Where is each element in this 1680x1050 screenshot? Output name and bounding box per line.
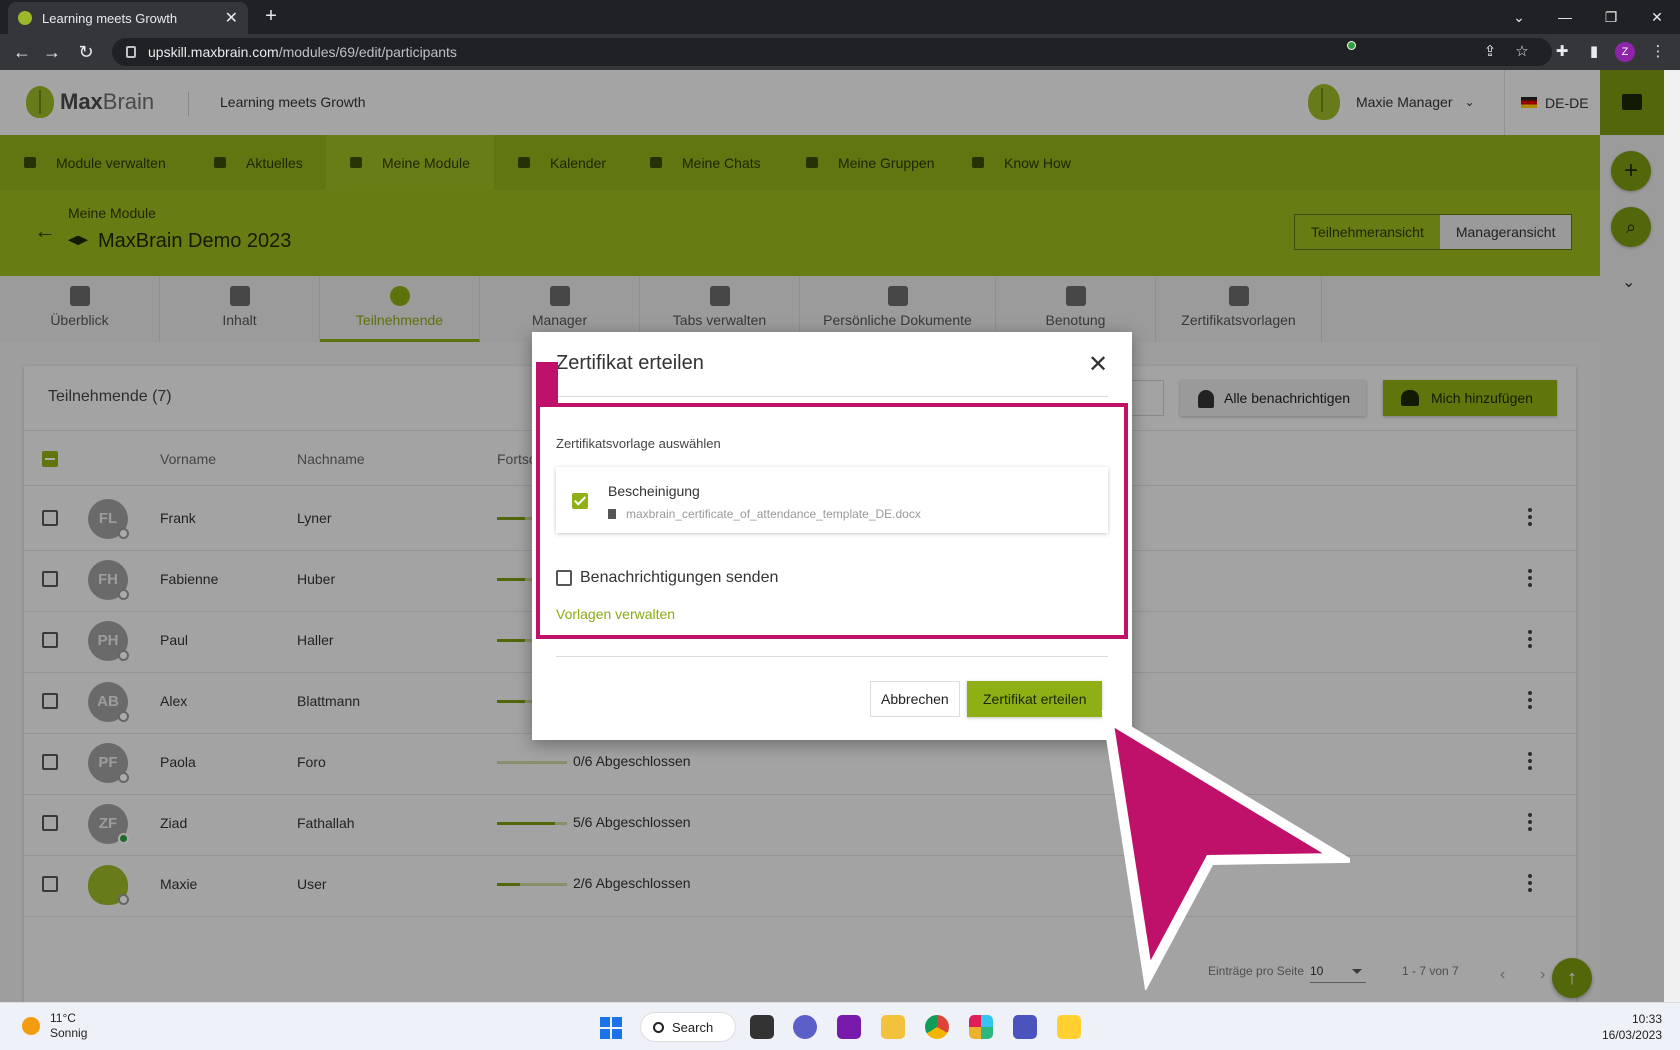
- bookmark-star-icon[interactable]: ☆: [1510, 40, 1534, 64]
- back-arrow-icon[interactable]: ←: [10, 40, 34, 64]
- url-field[interactable]: upskill.maxbrain.com/modules/69/edit/par…: [112, 38, 1552, 66]
- minimize-icon[interactable]: —: [1542, 0, 1588, 34]
- pointer-arrow-icon: [1101, 710, 1350, 990]
- browser-menu-icon[interactable]: ⋮: [1646, 40, 1670, 64]
- share-icon[interactable]: ⇪: [1478, 40, 1502, 64]
- grant-certificate-button[interactable]: Zertifikat erteilen: [967, 681, 1103, 717]
- sun-icon: [22, 1017, 40, 1035]
- chrome-icon[interactable]: [925, 1015, 949, 1039]
- clock-date: 16/03/2023: [1601, 1028, 1662, 1042]
- weather-widget[interactable]: 11°C Sonnig: [22, 1011, 87, 1041]
- browser-tab-bar: Learning meets Growth ✕ + ⌄ — ❐ ✕: [0, 0, 1680, 34]
- clock-time: 10:33: [1631, 1012, 1662, 1026]
- browser-tab-title: Learning meets Growth: [42, 10, 178, 26]
- cancel-button[interactable]: Abbrechen: [870, 681, 960, 717]
- windows-taskbar: 11°C Sonnig Search 10:33 16/03/2023: [0, 1002, 1680, 1050]
- highlight-tab: [536, 362, 558, 406]
- new-tab-icon[interactable]: +: [260, 6, 282, 28]
- taskbar-search[interactable]: Search: [640, 1012, 736, 1042]
- search-icon: [653, 1021, 664, 1033]
- window-close-icon[interactable]: ✕: [1634, 0, 1680, 34]
- url-path: /modules/69/edit/participants: [278, 44, 457, 60]
- profile-avatar[interactable]: Z: [1615, 42, 1635, 62]
- close-icon[interactable]: ✕: [1084, 350, 1112, 379]
- dialog-divider: [556, 396, 1108, 397]
- file-explorer-icon[interactable]: [881, 1015, 905, 1039]
- browser-tab[interactable]: Learning meets Growth ✕: [8, 2, 248, 34]
- slack-icon[interactable]: [969, 1015, 993, 1039]
- restore-icon[interactable]: ❐: [1588, 0, 1634, 34]
- task-view-icon[interactable]: [750, 1015, 774, 1039]
- page-scrollbar[interactable]: [1664, 70, 1680, 1002]
- dialog-divider: [556, 656, 1108, 657]
- address-bar: ← → ↻ upskill.maxbrain.com/modules/69/ed…: [0, 34, 1680, 70]
- user-online-indicator: [1347, 41, 1356, 50]
- highlight-box: [536, 403, 1128, 639]
- extensions-icon[interactable]: ✚: [1550, 40, 1574, 64]
- forward-arrow-icon[interactable]: →: [40, 40, 64, 64]
- close-tab-icon[interactable]: ✕: [225, 8, 238, 28]
- system-clock[interactable]: 10:33 16/03/2023: [1600, 1011, 1662, 1043]
- reload-icon[interactable]: ↻: [74, 40, 98, 64]
- weather-condition: Sonnig: [50, 1026, 88, 1040]
- onenote-icon[interactable]: [837, 1015, 861, 1039]
- temperature: 11°C: [50, 1011, 76, 1025]
- teams-icon[interactable]: [1013, 1015, 1037, 1039]
- sidepanel-icon[interactable]: ▮: [1582, 40, 1606, 64]
- url-host: upskill.maxbrain.com: [148, 44, 279, 60]
- search-label: Search: [672, 1019, 714, 1035]
- miro-icon[interactable]: [1057, 1015, 1081, 1039]
- dialog-title: Zertifikat erteilen: [556, 352, 704, 374]
- tab-search-icon[interactable]: ⌄: [1496, 0, 1542, 34]
- favicon-icon: [18, 11, 32, 25]
- lock-icon: [126, 46, 136, 58]
- teams-chat-icon[interactable]: [793, 1015, 817, 1039]
- windows-start-icon[interactable]: [600, 1017, 622, 1039]
